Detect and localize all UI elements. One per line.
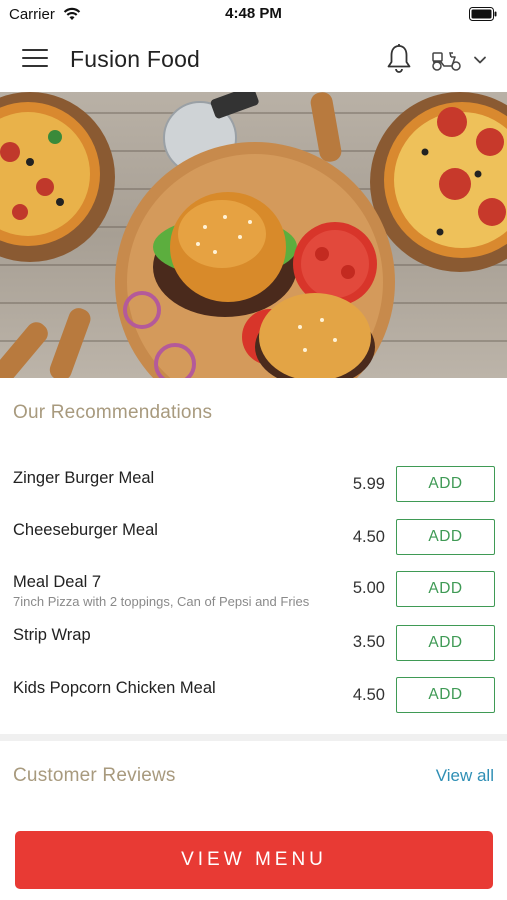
item-name: Meal Deal 7 [13, 573, 102, 591]
reviews-title: Customer Reviews [13, 765, 176, 786]
add-button[interactable]: ADD [396, 625, 495, 661]
view-all-link[interactable]: View all [436, 766, 494, 786]
status-bar: Carrier 4:48 PM [0, 0, 507, 28]
delivery-scooter-icon[interactable] [431, 48, 463, 72]
item-description: 7inch Pizza with 2 toppings, Can of Peps… [13, 594, 310, 609]
battery-icon [469, 7, 497, 21]
bell-icon[interactable] [385, 43, 413, 75]
add-button[interactable]: ADD [396, 466, 495, 502]
menu-item-row: Cheeseburger Meal 4.50 ADD [0, 519, 507, 571]
menu-icon[interactable] [22, 49, 48, 71]
hero-banner-image [0, 92, 507, 378]
menu-item-row: Strip Wrap 3.50 ADD [0, 625, 507, 677]
burgers-and-pizzas-photo [0, 92, 507, 378]
add-button[interactable]: ADD [396, 519, 495, 555]
item-name: Zinger Burger Meal [13, 469, 155, 487]
menu-item-row: Kids Popcorn Chicken Meal 4.50 ADD [0, 677, 507, 729]
recommendations-title: Our Recommendations [13, 402, 213, 423]
section-divider [0, 734, 507, 741]
item-price: 4.50 [352, 686, 385, 704]
clock: 4:48 PM [225, 5, 282, 22]
add-button[interactable]: ADD [396, 571, 495, 607]
item-name: Cheeseburger Meal [13, 521, 158, 539]
view-menu-button[interactable]: VIEW MENU [15, 831, 493, 889]
chevron-down-icon[interactable] [472, 54, 488, 66]
item-price: 4.50 [352, 528, 385, 546]
menu-item-row: Zinger Burger Meal 5.99 ADD [0, 466, 507, 518]
app-title: Fusion Food [70, 46, 201, 72]
item-price: 3.50 [352, 633, 385, 651]
item-price: 5.00 [352, 579, 385, 597]
item-name: Strip Wrap [13, 626, 91, 644]
add-button[interactable]: ADD [396, 677, 495, 713]
item-price: 5.99 [352, 475, 385, 493]
app-header: Fusion Food [0, 28, 507, 92]
item-name: Kids Popcorn Chicken Meal [13, 679, 216, 697]
menu-item-row: Meal Deal 7 7inch Pizza with 2 toppings,… [0, 571, 507, 623]
